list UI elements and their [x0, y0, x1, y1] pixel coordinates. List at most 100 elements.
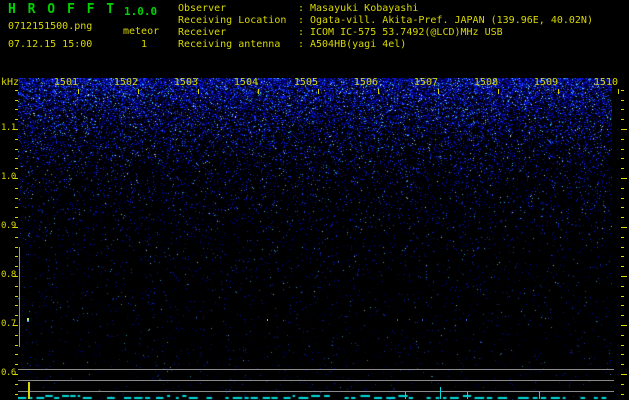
info-value: ICOM IC-575 53.7492(@LCD)MHz USB — [310, 27, 503, 38]
y-axis-tick-right — [621, 394, 624, 395]
x-axis-label: 1502 — [113, 77, 138, 88]
info-value: Masayuki Kobayashi — [310, 3, 419, 14]
y-axis-tick-left — [15, 149, 18, 150]
y-axis-tick-right — [621, 100, 624, 101]
y-axis-tick-right — [621, 237, 624, 238]
x-axis-tick — [258, 89, 259, 94]
y-axis-tick-left — [13, 178, 18, 179]
x-axis-label: 1501 — [53, 77, 78, 88]
y-axis-tick-left — [15, 90, 18, 91]
y-axis-tick-right — [621, 158, 624, 159]
y-axis-tick-left — [15, 207, 18, 208]
station-info-row: Receiving Location: Ogata-vill. Akita-Pr… — [178, 16, 593, 26]
station-info-row: Observer: Masayuki Kobayashi — [178, 4, 418, 14]
y-axis-tick-left — [15, 296, 18, 297]
y-axis-tick-left — [15, 100, 18, 101]
meteor-echo-ping — [422, 319, 423, 321]
x-axis-label: 1510 — [593, 77, 618, 88]
mode-label: meteor — [123, 26, 160, 37]
y-axis-tick-left — [15, 394, 18, 395]
signal-spike — [440, 387, 441, 399]
y-axis-tick-left — [15, 158, 18, 159]
x-axis-label: 1505 — [293, 77, 318, 88]
meteor-echo-ping — [267, 319, 268, 321]
y-axis-tick-left — [15, 119, 18, 120]
x-axis-label: 1507 — [413, 77, 438, 88]
x-axis-tick — [318, 89, 319, 94]
info-label: Receiver — [178, 27, 227, 38]
y-axis-tick-left — [13, 129, 18, 130]
y-axis-tick-left — [15, 364, 18, 365]
hrofft-spectrogram-output: H R O F F T 1.0.0 0712151500.png meteor … — [0, 0, 629, 400]
y-axis-tick-right — [621, 315, 624, 316]
x-axis-label: 1506 — [353, 77, 378, 88]
info-colon: : — [298, 15, 311, 26]
x-axis-label: 1508 — [473, 77, 498, 88]
x-axis-label: 1503 — [173, 77, 198, 88]
y-axis-tick-right — [621, 217, 624, 218]
y-axis-tick-left — [13, 325, 18, 326]
meteor-echo-ping — [397, 319, 398, 321]
x-axis-tick — [618, 89, 619, 94]
y-axis-tick-right — [621, 198, 624, 199]
x-axis-tick — [438, 89, 439, 94]
y-axis-tick-right — [621, 305, 624, 306]
y-axis-tick-left — [15, 109, 18, 110]
y-axis-tick-right — [621, 384, 624, 385]
y-axis-tick-right — [621, 129, 627, 130]
app-logo: H R O F F T — [8, 2, 117, 17]
y-axis-tick-left — [15, 315, 18, 316]
y-axis-tick-right — [621, 325, 627, 326]
signal-grid-line — [18, 391, 614, 392]
x-axis-tick — [138, 89, 139, 94]
info-value: Ogata-vill. Akita-Pref. JAPAN (139.96E, … — [310, 15, 593, 26]
y-axis-tick-left — [15, 256, 18, 257]
signal-spike — [539, 391, 540, 399]
y-axis-tick-left — [15, 335, 18, 336]
x-axis-tick — [78, 89, 79, 94]
signal-grid-line — [18, 380, 614, 381]
y-axis-tick-right — [621, 207, 624, 208]
y-axis-tick-right — [621, 168, 624, 169]
y-axis-tick-right — [621, 296, 624, 297]
x-axis-label: 1504 — [233, 77, 258, 88]
y-axis-tick-right — [621, 119, 624, 120]
signal-spike — [467, 392, 468, 399]
y-axis-tick-left — [13, 276, 18, 277]
y-axis-tick-left — [15, 384, 18, 385]
info-colon: : — [298, 3, 311, 14]
y-axis-tick-right — [621, 188, 624, 189]
y-axis-tick-right — [621, 364, 624, 365]
y-axis-tick-left — [13, 374, 18, 375]
app-version: 1.0.0 — [124, 5, 158, 18]
y-axis-tick-left — [15, 198, 18, 199]
meteor-echo-ping-strong — [27, 318, 29, 322]
y-axis-tick-right — [621, 286, 624, 287]
meteor-count-spike — [28, 382, 30, 399]
y-axis-tick-left — [15, 188, 18, 189]
y-axis-tick-left — [15, 217, 18, 218]
x-axis-tick — [198, 89, 199, 94]
info-value: A504HB(yagi 4el) — [310, 39, 407, 50]
x-axis-tick — [378, 89, 379, 94]
y-axis-tick-left — [15, 139, 18, 140]
station-info-row: Receiving antenna: A504HB(yagi 4el) — [178, 40, 406, 50]
y-axis-tick-left — [15, 345, 18, 346]
signal-spike — [405, 392, 406, 399]
y-axis-tick-right — [621, 149, 624, 150]
y-axis-tick-right — [621, 374, 627, 375]
signal-grid-line — [18, 369, 614, 370]
output-filename: 0712151500.png — [8, 21, 93, 32]
info-label: Observer — [178, 3, 227, 14]
y-axis-tick-right — [621, 256, 624, 257]
datetime-label: 07.12.15 15:00 — [8, 39, 93, 50]
y-axis-tick-left — [15, 168, 18, 169]
y-axis-tick-left — [15, 237, 18, 238]
y-axis-tick-right — [621, 109, 624, 110]
x-axis-tick — [558, 89, 559, 94]
y-axis-tick-right — [621, 178, 627, 179]
y-axis-tick-right — [621, 354, 624, 355]
y-axis-tick-right — [621, 247, 624, 248]
y-axis-tick-right — [621, 345, 624, 346]
y-axis-tick-left — [13, 227, 18, 228]
